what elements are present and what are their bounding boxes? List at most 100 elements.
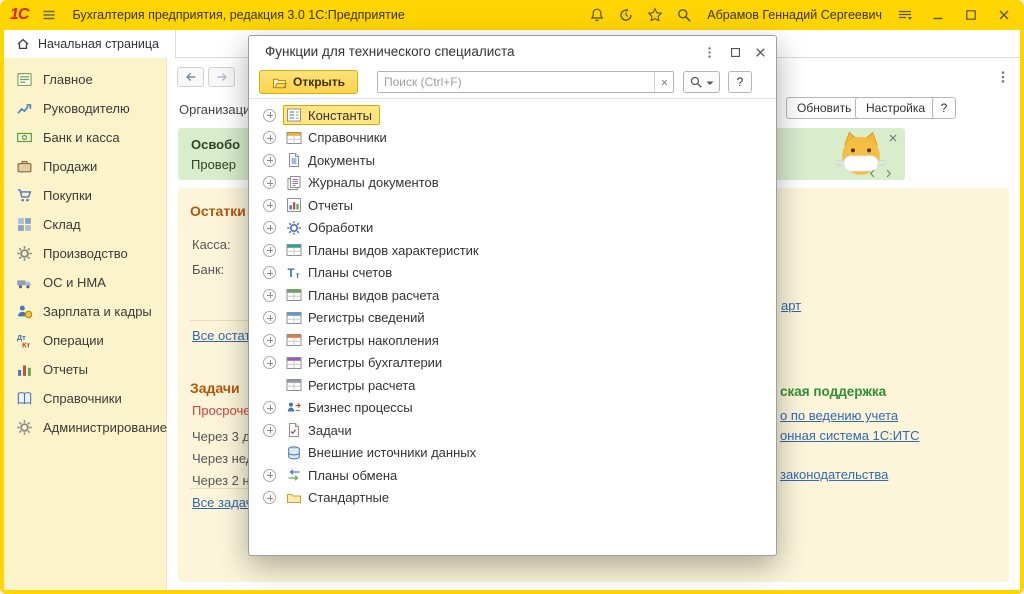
tree-item-calculation-types[interactable]: Планы видов расчета <box>249 284 776 307</box>
tree-item-cell[interactable]: Регистры сведений <box>283 308 433 328</box>
tree-item-accounting-registers[interactable]: Регистры бухгалтерии <box>249 352 776 375</box>
support-link[interactable]: онная система 1С:ИТС <box>780 426 919 446</box>
expand-icon[interactable] <box>263 424 276 437</box>
tab-home[interactable]: Начальная страница <box>4 30 176 58</box>
settings-button[interactable]: Настройка <box>855 97 936 119</box>
dialog-maximize-icon[interactable] <box>726 43 744 61</box>
expand-icon[interactable] <box>263 109 276 122</box>
notifications-bell-icon[interactable] <box>587 5 607 25</box>
maximize-button[interactable] <box>961 5 981 25</box>
expand-icon[interactable] <box>263 289 276 302</box>
all-balances-link[interactable]: Все остат <box>192 328 250 343</box>
sidebar-item-purchases[interactable]: Покупки <box>4 181 166 210</box>
tree-item-data-processors[interactable]: Обработки <box>249 217 776 240</box>
tree-item-reports[interactable]: Отчеты <box>249 194 776 217</box>
sidebar-item-fixed-assets[interactable]: ОС и НМА <box>4 268 166 297</box>
current-user[interactable]: Абрамов Геннадий Сергеевич <box>707 8 882 22</box>
history-icon[interactable] <box>616 5 636 25</box>
sidebar-item-bank-cash[interactable]: Банк и касса <box>4 123 166 152</box>
task-row-label[interactable]: Через 3 д <box>192 426 253 448</box>
expand-icon[interactable] <box>263 176 276 189</box>
expand-icon[interactable] <box>263 154 276 167</box>
expand-icon[interactable] <box>263 221 276 234</box>
tree-item-business-processes[interactable]: Бизнес процессы <box>249 397 776 420</box>
expand-icon[interactable] <box>263 199 276 212</box>
tree-item-chart-of-accounts[interactable]: Тт Планы счетов <box>249 262 776 285</box>
tree-item-exchange-plans[interactable]: Планы обмена <box>249 464 776 487</box>
tree-item-cell[interactable]: Стандартные <box>283 488 397 508</box>
dialog-menu-kebab-icon[interactable] <box>700 43 718 61</box>
tree-item-cell[interactable]: Бизнес процессы <box>283 398 421 418</box>
tree-item-accumulation-registers[interactable]: Регистры накопления <box>249 329 776 352</box>
tree-item-external-data-sources[interactable]: Внешние источники данных <box>249 442 776 465</box>
sidebar-item-production[interactable]: Производство <box>4 239 166 268</box>
minimize-button[interactable] <box>928 5 948 25</box>
tree-item-standard[interactable]: Стандартные <box>249 487 776 510</box>
sidebar-item-sales[interactable]: Продажи <box>4 152 166 181</box>
overdue-tasks-label[interactable]: Просроче <box>192 403 250 418</box>
sidebar-item-administration[interactable]: Администрирование <box>4 413 166 442</box>
close-button[interactable] <box>994 5 1014 25</box>
back-button[interactable] <box>177 67 204 87</box>
tree-item-documents[interactable]: Документы <box>249 149 776 172</box>
expand-icon[interactable] <box>263 356 276 369</box>
sidebar-item-operations[interactable]: ДтКт Операции <box>4 326 166 355</box>
dialog-close-icon[interactable] <box>751 43 769 61</box>
tree-item-cell[interactable]: Регистры бухгалтерии <box>283 353 450 373</box>
tree-item-cell[interactable]: Задачи <box>283 420 360 440</box>
tree-item-cell[interactable]: Обработки <box>283 218 381 238</box>
expand-icon[interactable] <box>263 244 276 257</box>
tree-item-document-journals[interactable]: Журналы документов <box>249 172 776 195</box>
tree-item-cell[interactable]: Документы <box>283 150 383 170</box>
tree-item-cell[interactable]: Тт Планы счетов <box>283 263 400 283</box>
sidebar-item-reports[interactable]: Отчеты <box>4 355 166 384</box>
right-column-link-fragment[interactable]: арт <box>781 298 801 313</box>
tree-item-cell[interactable]: Планы видов расчета <box>283 285 447 305</box>
tree-item-cell[interactable]: Отчеты <box>283 195 361 215</box>
tree-item-cell[interactable]: Регистры накопления <box>283 330 447 350</box>
sidebar-item-warehouse[interactable]: Склад <box>4 210 166 239</box>
tree-item-cell[interactable]: Внешние источники данных <box>283 443 484 463</box>
clear-search-icon[interactable] <box>654 72 673 92</box>
legislation-link-fragment[interactable]: законодательства <box>780 467 888 482</box>
expand-icon[interactable] <box>263 131 276 144</box>
sidebar-item-directories[interactable]: Справочники <box>4 384 166 413</box>
tree-item-cell[interactable]: Журналы документов <box>283 173 447 193</box>
tree-item-information-registers[interactable]: Регистры сведений <box>249 307 776 330</box>
refresh-button[interactable]: Обновить <box>786 97 862 119</box>
all-tasks-link[interactable]: Все задач <box>192 495 253 510</box>
dialog-help-button[interactable]: ? <box>728 71 752 93</box>
expand-icon[interactable] <box>263 311 276 324</box>
open-button[interactable]: Открыть <box>259 70 358 94</box>
expand-icon[interactable] <box>263 491 276 504</box>
tree-item-cell[interactable]: Константы <box>283 105 380 125</box>
tree-item-cell[interactable]: Планы обмена <box>283 465 405 485</box>
find-button[interactable] <box>683 71 720 93</box>
task-row-label[interactable]: Через нед <box>192 448 253 470</box>
banner-prev-icon[interactable] <box>867 166 878 177</box>
sidebar-item-manager[interactable]: Руководителю <box>4 94 166 123</box>
main-menu-icon[interactable] <box>39 5 59 25</box>
dialog-search-input[interactable] <box>378 72 654 92</box>
service-icon[interactable] <box>895 5 915 25</box>
forward-button[interactable] <box>208 67 235 87</box>
support-link[interactable]: о по ведению учета <box>780 406 919 426</box>
tree-item-constants[interactable]: Константы <box>249 104 776 127</box>
expand-icon[interactable] <box>263 266 276 279</box>
tree-item-cell[interactable]: Планы видов характеристик <box>283 240 487 260</box>
page-help-button[interactable]: ? <box>932 97 956 119</box>
sidebar-item-salary-hr[interactable]: Зарплата и кадры <box>4 297 166 326</box>
tree-item-cell[interactable]: Регистры расчета <box>283 375 423 395</box>
sidebar-item-main[interactable]: Главное <box>4 65 166 94</box>
tree-item-calculation-registers[interactable]: Регистры расчета <box>249 374 776 397</box>
tree-item-cell[interactable]: Справочники <box>283 128 395 148</box>
expand-icon[interactable] <box>263 469 276 482</box>
favorites-star-icon[interactable] <box>645 5 665 25</box>
global-search-icon[interactable] <box>674 5 694 25</box>
page-menu-kebab-icon[interactable] <box>995 69 1011 85</box>
expand-icon[interactable] <box>263 401 276 414</box>
tree-item-catalogs[interactable]: Справочники <box>249 127 776 150</box>
banner-close-icon[interactable] <box>886 131 900 145</box>
expand-icon[interactable] <box>263 334 276 347</box>
tree-item-tasks[interactable]: Задачи <box>249 419 776 442</box>
